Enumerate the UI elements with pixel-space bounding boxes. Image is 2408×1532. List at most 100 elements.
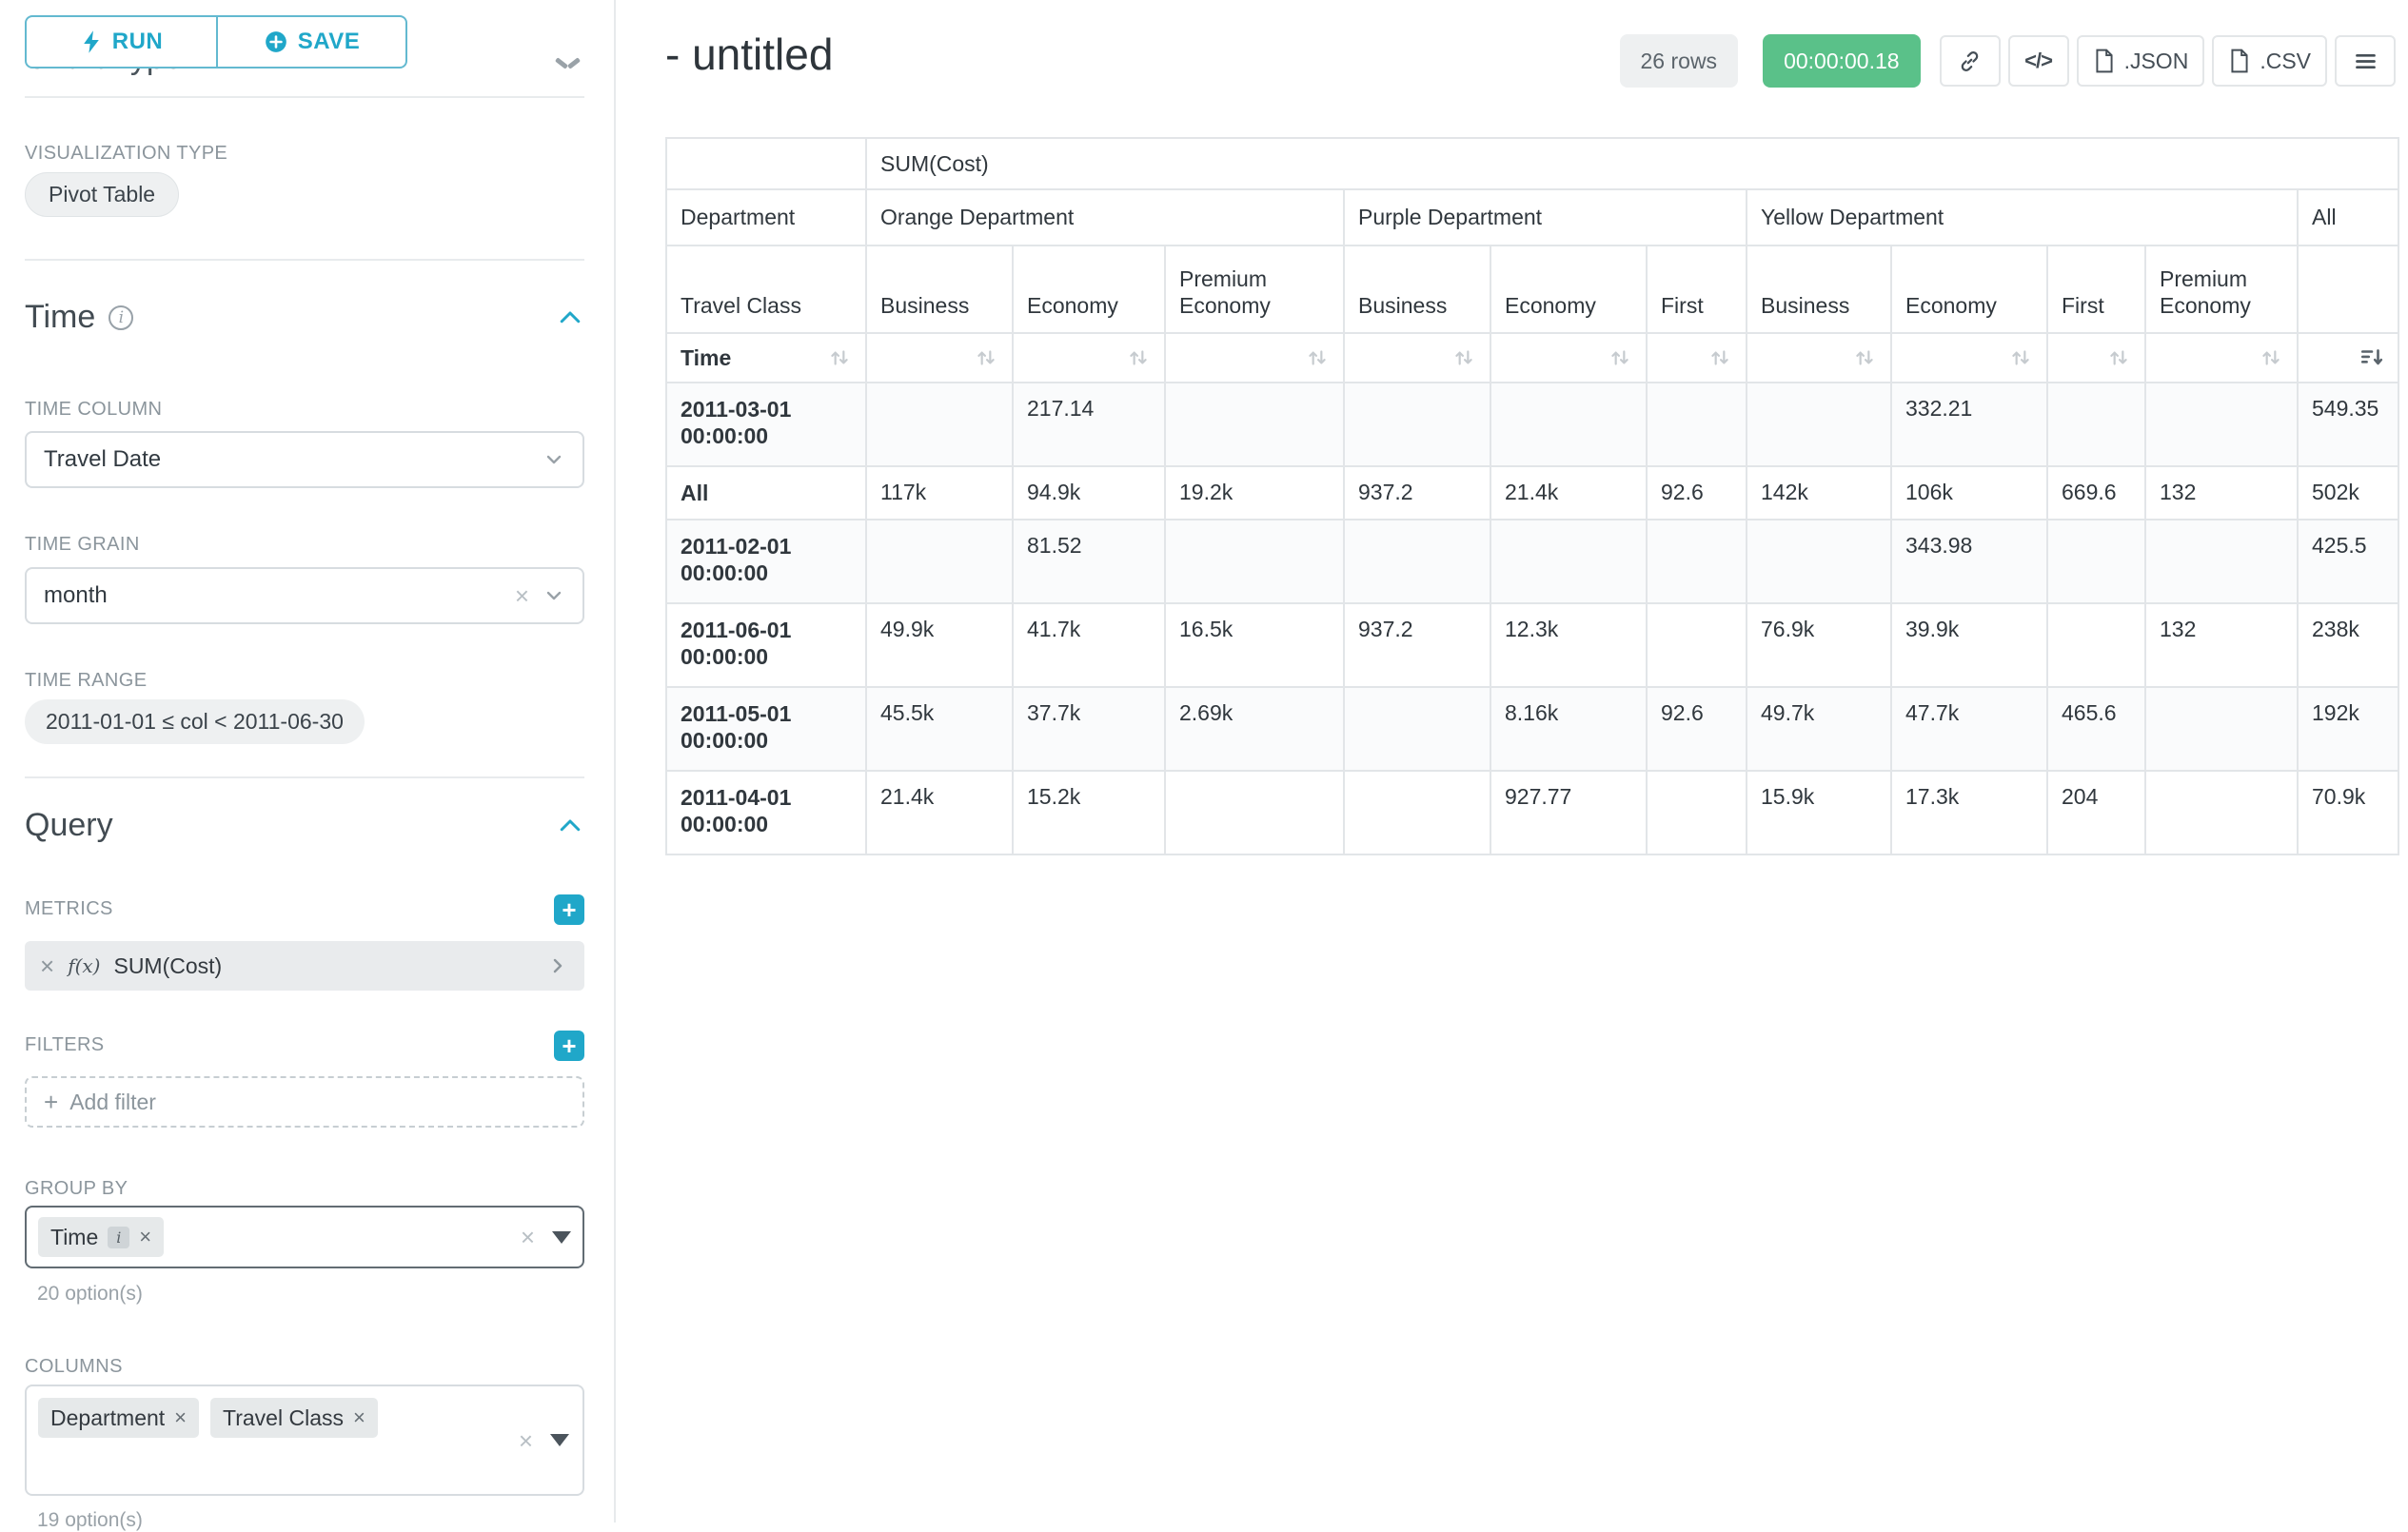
pivot-table-container: SUM(Cost)DepartmentOrange DepartmentPurp… [665, 137, 2399, 855]
row-label-cell: All [666, 466, 866, 520]
value-cell: 12.3k [1490, 603, 1647, 687]
remove-icon[interactable]: × [174, 1407, 187, 1428]
sort-icon[interactable] [1852, 345, 1877, 370]
query-timer-badge: 00:00:00.18 [1763, 34, 1921, 88]
remove-icon[interactable]: × [353, 1407, 365, 1428]
sort-header-cell [1647, 333, 1747, 383]
value-cell [1165, 383, 1344, 466]
visualization-type-label: VISUALIZATION TYPE [25, 143, 227, 165]
sort-icon[interactable] [1608, 345, 1632, 370]
column-header-cell: Economy [1891, 246, 2047, 333]
link-icon [1957, 49, 1983, 74]
column-group-header: Yellow Department [1747, 189, 2298, 246]
sort-icon[interactable] [827, 345, 852, 370]
chevron-down-icon [543, 448, 565, 471]
sort-icon[interactable] [1305, 345, 1330, 370]
value-pill[interactable]: Department× [38, 1398, 199, 1438]
sort-header-cell [1013, 333, 1165, 383]
add-metric-button[interactable]: + [554, 894, 584, 925]
sort-icon[interactable] [974, 345, 998, 370]
group-by-select[interactable]: Timei× × [25, 1206, 584, 1268]
plus-icon: + [44, 1090, 58, 1114]
run-button[interactable]: RUN [25, 15, 218, 69]
value-cell: 937.2 [1344, 466, 1490, 520]
table-row: 2011-04-01 00:00:0021.4k15.2k927.7715.9k… [666, 771, 2398, 854]
save-button-label: SAVE [298, 29, 361, 55]
sort-icon[interactable] [1707, 345, 1732, 370]
menu-button[interactable] [2335, 35, 2396, 87]
value-cell: 94.9k [1013, 466, 1165, 520]
sort-icon[interactable] [1451, 345, 1476, 370]
collapse-section-icon[interactable] [556, 304, 584, 332]
column-header-cell: Business [1344, 246, 1490, 333]
column-group-header: All [2298, 189, 2398, 246]
file-icon [2228, 49, 2251, 73]
sort-icon[interactable] [2008, 345, 2033, 370]
clear-icon[interactable]: × [521, 1225, 535, 1249]
value-cell [1647, 383, 1747, 466]
divider [25, 776, 584, 778]
collapse-section-icon[interactable] [556, 812, 584, 840]
value-cell [1344, 383, 1490, 466]
pivot-corner-cell [666, 138, 866, 189]
clear-icon[interactable]: × [519, 1428, 533, 1453]
value-cell [1165, 520, 1344, 603]
value-cell: 132 [2145, 603, 2298, 687]
value-pill-label: Travel Class [223, 1405, 344, 1431]
value-cell [1165, 771, 1344, 854]
table-row: 2011-05-01 00:00:0045.5k37.7k2.69k8.16k9… [666, 687, 2398, 771]
time-column-select[interactable]: Travel Date [25, 431, 584, 488]
value-cell [1747, 520, 1891, 603]
clear-icon[interactable]: × [515, 583, 529, 608]
value-cell: 16.5k [1165, 603, 1344, 687]
column-group-header: Orange Department [866, 189, 1344, 246]
remove-metric-icon[interactable]: × [40, 953, 54, 978]
value-cell: 132 [2145, 466, 2298, 520]
chart-title: - untitled [665, 29, 833, 80]
add-filter-plus-button[interactable]: + [554, 1031, 584, 1061]
row-label-cell: 2011-03-01 00:00:00 [666, 383, 866, 466]
metric-pill[interactable]: × f(x) SUM(Cost) [25, 941, 584, 991]
group-by-options-hint: 20 option(s) [37, 1283, 143, 1306]
info-icon[interactable]: i [109, 305, 133, 330]
remove-icon[interactable]: × [139, 1227, 151, 1247]
info-icon[interactable]: i [108, 1227, 129, 1248]
sort-icon[interactable] [2259, 345, 2283, 370]
view-query-button[interactable]: </> [2008, 35, 2069, 87]
sort-icon[interactable] [2106, 345, 2131, 370]
share-link-button[interactable] [1940, 35, 2001, 87]
value-pill[interactable]: Travel Class × [210, 1398, 378, 1438]
columns-select[interactable]: Department× Travel Class × × [25, 1385, 584, 1496]
metric-name: SUM(Cost) [113, 953, 222, 979]
query-section-header: Query [25, 807, 584, 844]
value-cell [1344, 771, 1490, 854]
save-button[interactable]: SAVE [216, 15, 407, 69]
row-label-cell: 2011-06-01 00:00:00 [666, 603, 866, 687]
function-icon: f(x) [68, 954, 100, 977]
export-csv-button[interactable]: .CSV [2212, 35, 2327, 87]
query-section-title: Query [25, 807, 113, 844]
value-cell: 2.69k [1165, 687, 1344, 771]
value-cell: 47.7k [1891, 687, 2047, 771]
column-header-cell: Economy [1490, 246, 1647, 333]
run-button-label: RUN [112, 29, 164, 55]
export-csv-label: .CSV [2260, 49, 2311, 74]
value-pill[interactable]: Timei× [38, 1217, 164, 1257]
value-cell: 937.2 [1344, 603, 1490, 687]
columns-label: COLUMNS [25, 1356, 123, 1378]
sort-icon[interactable] [1126, 345, 1151, 370]
sort-header-cell [2298, 333, 2398, 383]
group-by-values: Timei× [38, 1217, 164, 1257]
time-grain-select[interactable]: month × [25, 567, 584, 624]
column-header-cell: First [2047, 246, 2145, 333]
add-filter-button[interactable]: + Add filter [25, 1076, 584, 1128]
value-cell: 142k [1747, 466, 1891, 520]
chevron-up-icon[interactable] [555, 57, 583, 70]
export-json-button[interactable]: .JSON [2077, 35, 2205, 87]
value-cell: 204 [2047, 771, 2145, 854]
visualization-type-value[interactable]: Pivot Table [25, 172, 179, 217]
value-cell [1490, 383, 1647, 466]
chart-header-controls: 26 rows 00:00:00.18 </> .JSON .CSV [1620, 34, 2396, 88]
sort-descending-icon[interactable] [2359, 345, 2384, 370]
time-range-value[interactable]: 2011-01-01 ≤ col < 2011-06-30 [25, 699, 365, 744]
